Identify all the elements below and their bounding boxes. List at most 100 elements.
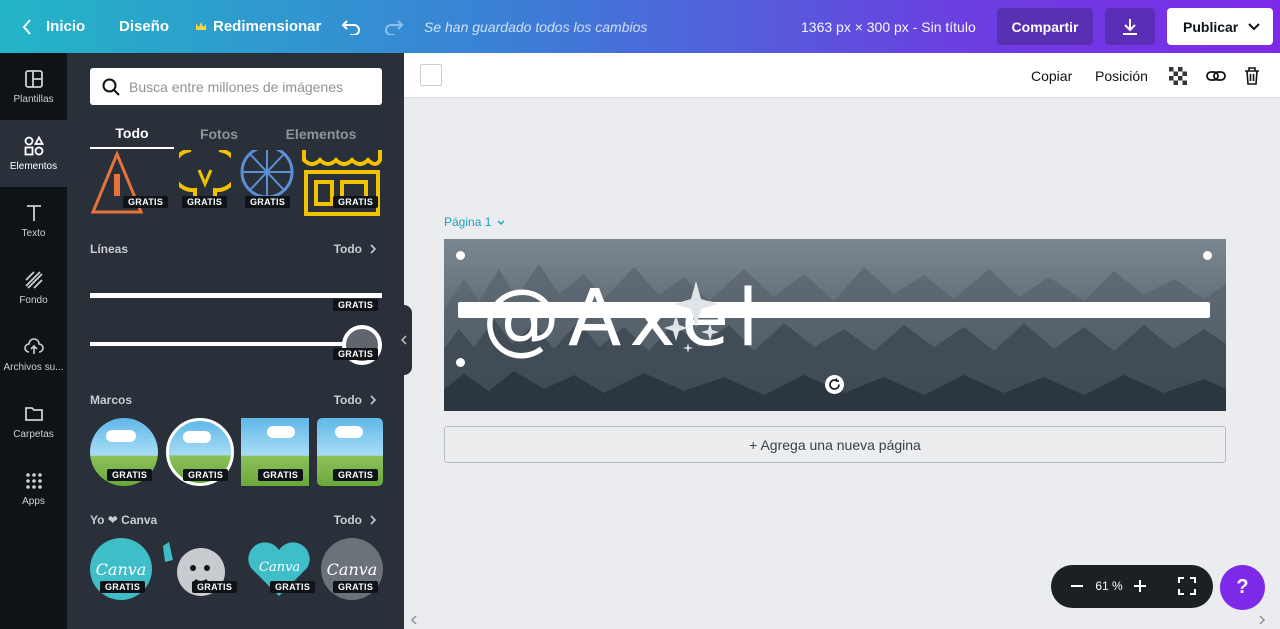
transparency-button[interactable]: [1169, 53, 1187, 98]
transparency-icon: [1169, 66, 1187, 85]
rail-label: Texto: [21, 227, 46, 239]
download-icon: [1123, 18, 1137, 35]
text-icon: [26, 204, 41, 221]
resize-handle[interactable]: [456, 358, 465, 367]
design-menu[interactable]: Diseño: [119, 0, 169, 53]
rail-label: Archivos su...: [3, 361, 64, 373]
resize-handle[interactable]: [1203, 251, 1212, 260]
free-badge: GRATIS: [333, 196, 379, 208]
rail-item-templates[interactable]: Plantillas: [0, 53, 67, 120]
chevron-down-icon: [497, 220, 505, 225]
canva-logo-text: Canva: [259, 560, 301, 575]
rail-item-uploads[interactable]: Archivos su...: [0, 321, 67, 388]
page-title: Página 1: [444, 215, 492, 229]
rail-item-text[interactable]: Texto: [0, 187, 67, 254]
left-rail: Plantillas Elementos Texto Fondo Archivo…: [0, 53, 67, 629]
rotate-icon: [829, 378, 840, 390]
resize-handle[interactable]: [456, 251, 465, 260]
fullscreen-button[interactable]: [1178, 577, 1196, 595]
scroll-right-icon: [1259, 615, 1266, 625]
resize-label: Redimensionar: [213, 18, 322, 35]
free-badge: GRATIS: [333, 469, 379, 481]
free-badge: GRATIS: [333, 581, 379, 593]
free-badge: GRATIS: [258, 469, 304, 481]
rail-label: Apps: [22, 495, 45, 507]
fullscreen-icon: [1178, 577, 1196, 595]
apps-icon: [25, 472, 42, 489]
line-item[interactable]: [90, 293, 382, 298]
chevron-right-icon: [370, 395, 376, 405]
chevron-left-icon: [22, 18, 31, 35]
page-label[interactable]: Página 1: [444, 215, 505, 229]
link-button[interactable]: [1206, 53, 1226, 98]
trash-icon: [1245, 66, 1259, 85]
download-button[interactable]: [1105, 8, 1155, 45]
tab-elements[interactable]: Elementos: [268, 119, 374, 149]
canva-logo-text: Canva: [95, 559, 147, 579]
free-badge: GRATIS: [270, 581, 316, 593]
free-badge: GRATIS: [192, 581, 238, 593]
resize-button[interactable]: Redimensionar: [195, 0, 321, 53]
publish-label: Publicar: [1183, 18, 1239, 35]
section-title-love-canva: Yo ❤ Canva: [90, 513, 158, 527]
search-icon: [102, 78, 120, 96]
free-badge: GRATIS: [183, 469, 229, 481]
rail-label: Elementos: [9, 160, 58, 172]
tab-photos[interactable]: Fotos: [174, 119, 264, 149]
design-canvas[interactable]: @Axel: [444, 239, 1226, 411]
free-badge: GRATIS: [123, 196, 169, 208]
lines-see-all-link[interactable]: Todo: [334, 242, 376, 256]
save-status: Se han guardado todos los cambios: [424, 18, 648, 35]
redo-icon: [385, 19, 404, 35]
elements-panel: Todo Fotos Elementos GRATIS GRATIS GRATI…: [67, 53, 404, 629]
rotate-handle[interactable]: [825, 375, 844, 394]
design-dimensions[interactable]: 1363 px × 300 px - Sin título: [801, 0, 976, 53]
frames-see-all-link[interactable]: Todo: [334, 393, 376, 407]
chevron-right-icon: [370, 515, 376, 525]
editor-toolbar: Copiar Posición: [404, 53, 1280, 98]
collapse-panel-button[interactable]: [395, 305, 412, 375]
zoom-value[interactable]: 61 %: [1089, 578, 1129, 594]
help-button[interactable]: ?: [1220, 565, 1265, 610]
horizontal-scrollbar[interactable]: [404, 612, 1270, 629]
link-icon: [1206, 70, 1226, 81]
copy-button[interactable]: Copiar: [1031, 53, 1072, 98]
canva-logo-text: Canva: [326, 559, 378, 579]
rail-item-folders[interactable]: Carpetas: [0, 388, 67, 455]
templates-icon: [24, 69, 43, 88]
delete-button[interactable]: [1244, 53, 1260, 98]
add-page-button[interactable]: + Agrega una nueva página: [444, 426, 1226, 463]
free-badge: GRATIS: [107, 469, 153, 481]
rail-item-apps[interactable]: Apps: [0, 455, 67, 522]
redo-button[interactable]: [384, 0, 404, 53]
rail-label: Plantillas: [13, 93, 54, 105]
position-button[interactable]: Posición: [1095, 53, 1148, 98]
zoom-in-button[interactable]: [1132, 578, 1148, 594]
free-badge: GRATIS: [245, 196, 291, 208]
zoom-out-button[interactable]: [1069, 578, 1085, 594]
background-icon: [24, 270, 43, 289]
background-color-swatch[interactable]: [420, 64, 442, 86]
tab-all[interactable]: Todo: [90, 119, 174, 149]
undo-icon: [341, 19, 360, 35]
search-input[interactable]: [129, 78, 369, 95]
minus-icon: [1071, 585, 1083, 587]
free-badge: GRATIS: [182, 196, 228, 208]
rail-label: Fondo: [19, 294, 48, 306]
free-badge: GRATIS: [333, 348, 379, 360]
rail-item-background[interactable]: Fondo: [0, 254, 67, 321]
undo-button[interactable]: [341, 0, 361, 53]
plus-icon: [1134, 580, 1146, 592]
chevron-down-icon: [1248, 22, 1260, 30]
free-badge: GRATIS: [100, 581, 146, 593]
share-button[interactable]: Compartir: [997, 8, 1093, 45]
publish-button[interactable]: Publicar: [1167, 8, 1273, 45]
rail-item-elements[interactable]: Elementos: [0, 120, 67, 187]
chevron-left-icon: [400, 335, 407, 345]
love-canva-see-all-link[interactable]: Todo: [334, 513, 376, 527]
search-box[interactable]: [90, 68, 382, 105]
see-all-label: Todo: [333, 242, 362, 256]
section-title-lines: Líneas: [90, 242, 129, 256]
back-button[interactable]: Inicio: [22, 0, 85, 53]
scroll-left-icon: [410, 615, 417, 625]
